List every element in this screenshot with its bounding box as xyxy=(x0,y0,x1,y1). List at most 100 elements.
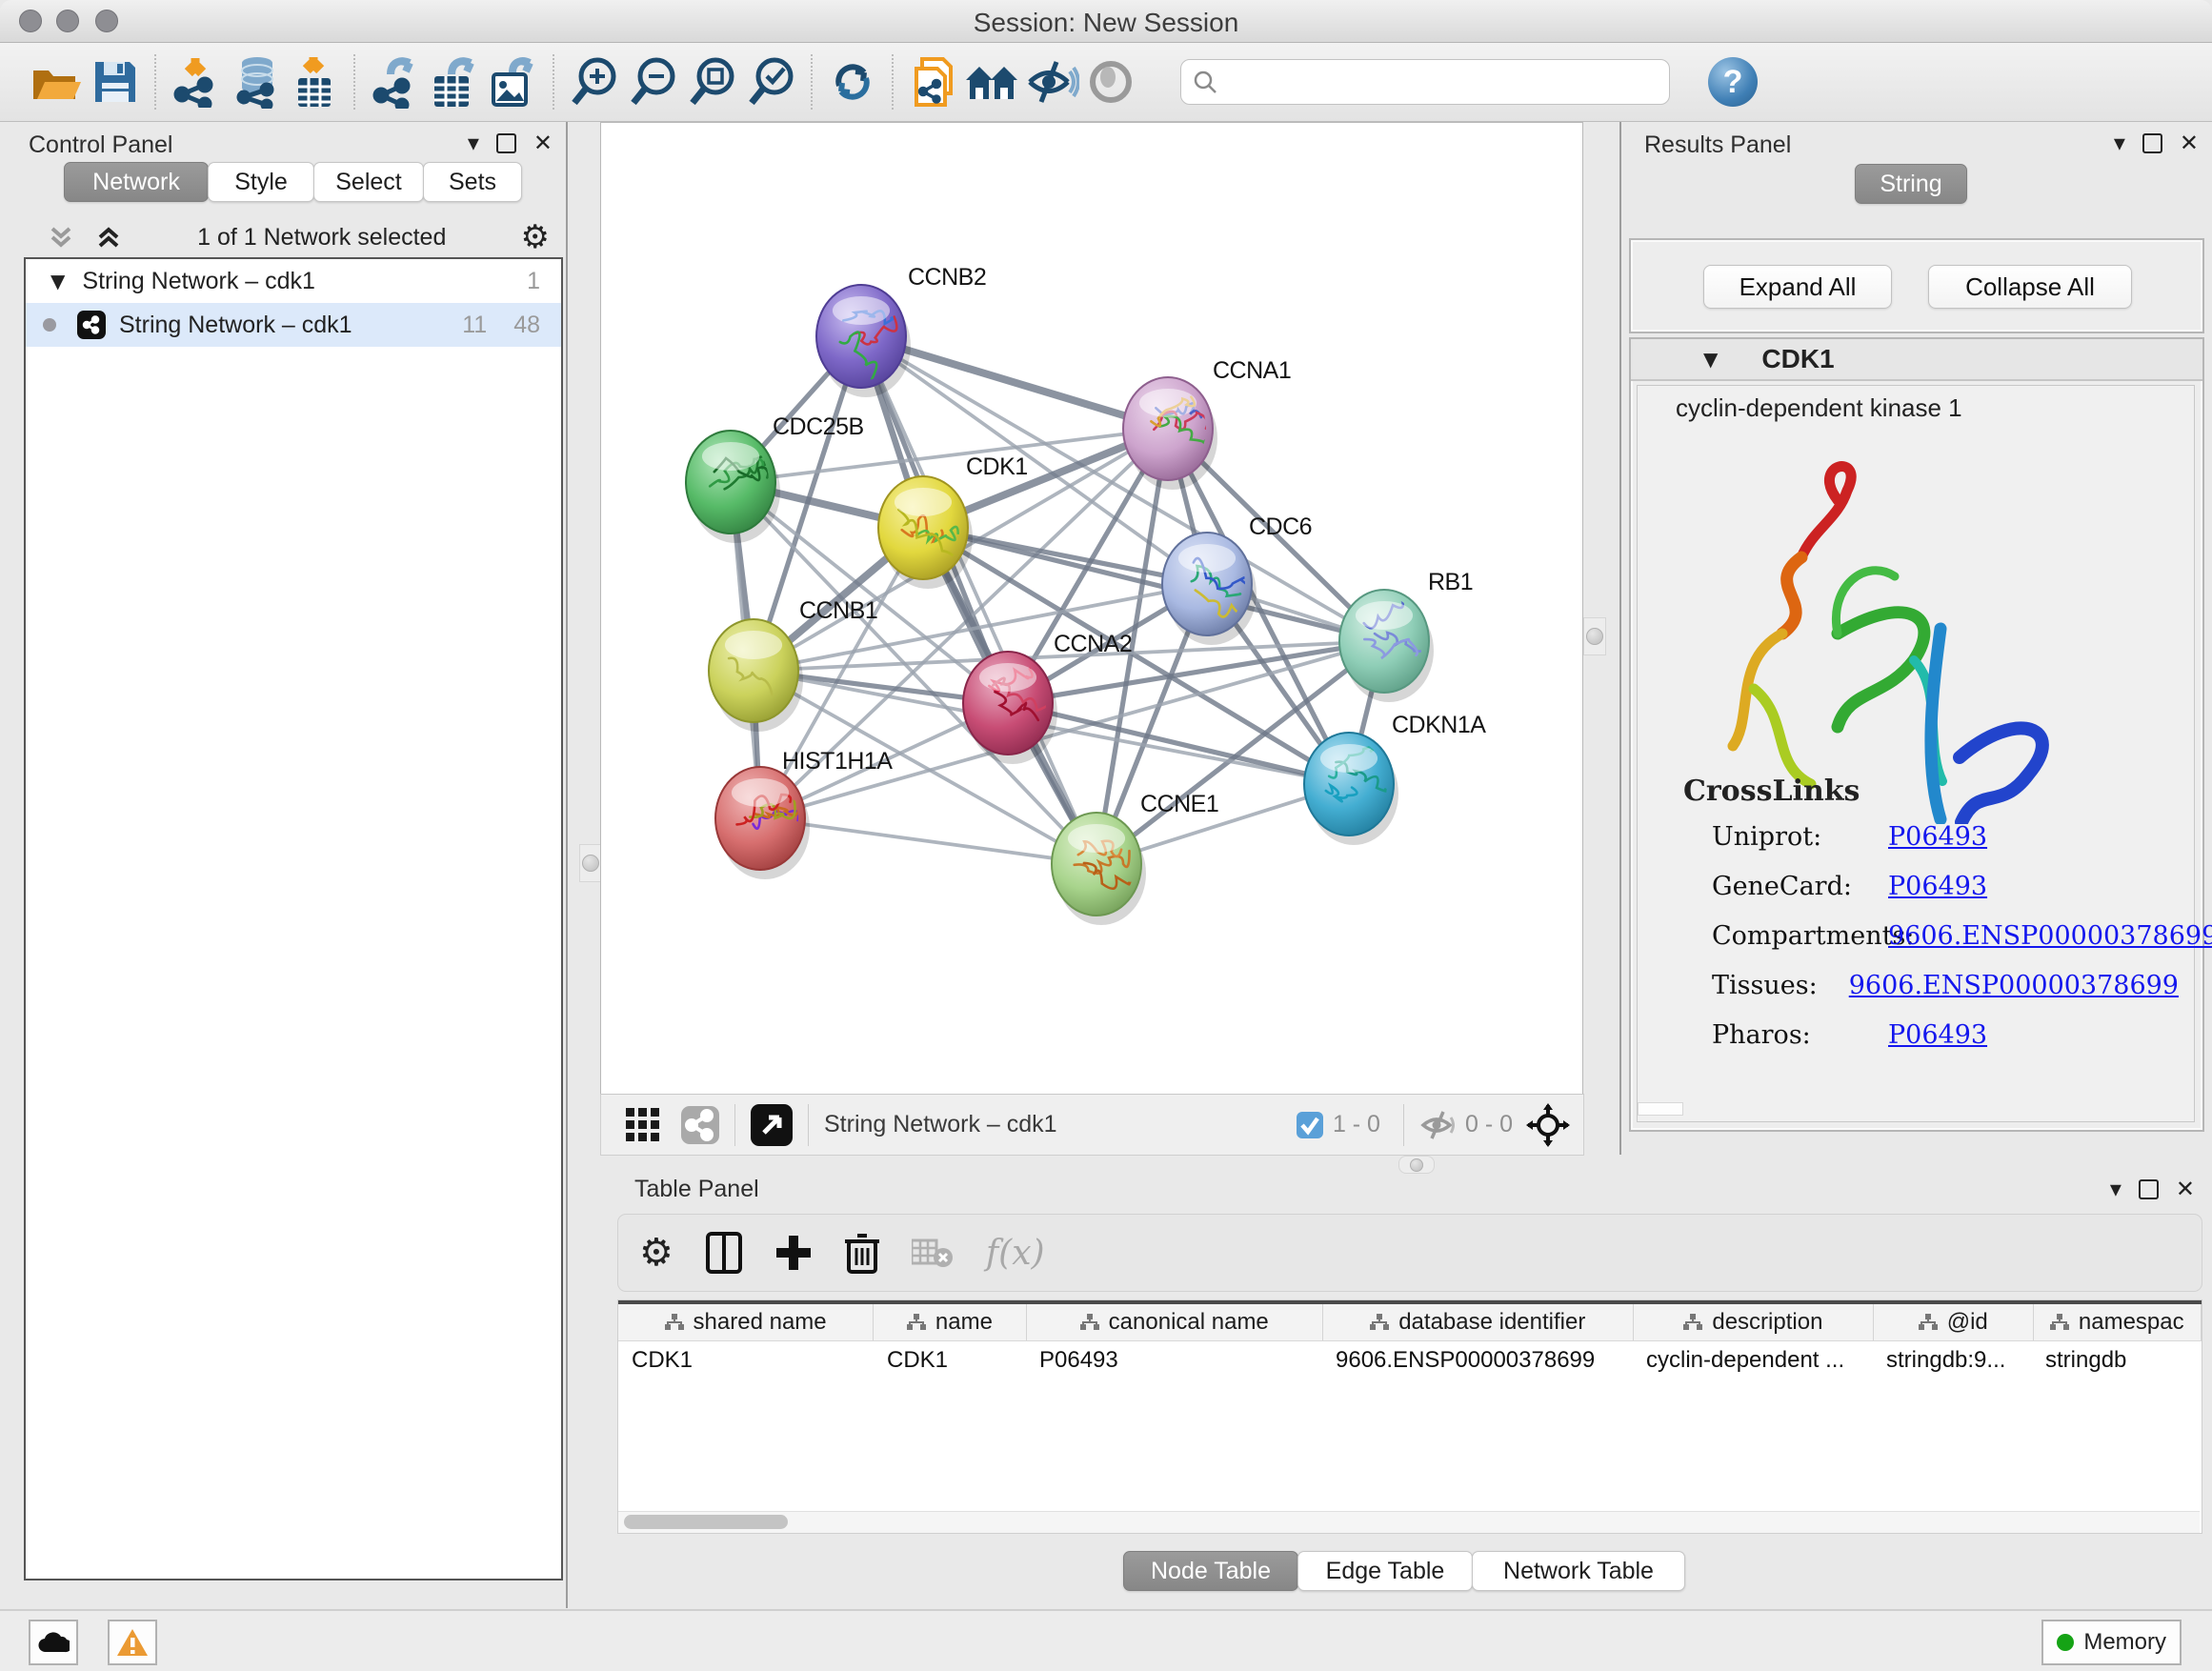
network-graph[interactable]: CCNB2CCNA1CDC25BCDK1CDC6RB1CCNB1CCNA2CDK… xyxy=(601,123,1582,1095)
table-cell[interactable]: CDK1 xyxy=(618,1341,874,1379)
table-cell[interactable]: stringdb:9... xyxy=(1873,1341,2032,1379)
tab-edge-table[interactable]: Edge Table xyxy=(1297,1551,1473,1591)
expand-collapse-box: Expand All Collapse All xyxy=(1629,238,2204,333)
grid-view-icon[interactable] xyxy=(626,1108,660,1142)
open-session-button[interactable] xyxy=(27,52,86,111)
panel-float-icon[interactable] xyxy=(2142,133,2162,153)
table-settings-gear-icon[interactable]: ⚙ xyxy=(639,1231,674,1275)
eye-slash-icon xyxy=(1024,58,1079,106)
zoom-fit-button[interactable] xyxy=(683,52,742,111)
export-network-button[interactable] xyxy=(366,52,425,111)
table-cell[interactable]: stringdb xyxy=(2032,1341,2200,1379)
memory-button[interactable]: Memory xyxy=(2041,1620,2182,1665)
zoom-out-button[interactable] xyxy=(624,52,683,111)
tree-expand-icon[interactable]: ▼ xyxy=(50,270,65,292)
column-header-description[interactable]: description xyxy=(1634,1304,1874,1340)
zoom-in-button[interactable] xyxy=(565,52,624,111)
column-header--id[interactable]: @id xyxy=(1874,1304,2034,1340)
table-cell[interactable]: CDK1 xyxy=(874,1341,1026,1379)
selected-checkbox-icon[interactable] xyxy=(1297,1112,1323,1138)
collapse-all-icon[interactable] xyxy=(47,225,75,250)
crosslink-row: Pharos:P06493 xyxy=(1712,1020,2179,1050)
save-icon xyxy=(93,60,137,104)
cloud-button[interactable] xyxy=(29,1620,78,1665)
hide-selected-button[interactable] xyxy=(1022,52,1081,111)
panel-menu-icon[interactable]: ▾ xyxy=(2110,1176,2122,1202)
open-documents-button[interactable] xyxy=(904,52,963,111)
tab-sets[interactable]: Sets xyxy=(423,162,522,202)
warning-button[interactable] xyxy=(108,1620,157,1665)
tab-node-table[interactable]: Node Table xyxy=(1123,1551,1298,1591)
column-header-namespac[interactable]: namespac xyxy=(2034,1304,2202,1340)
node-label-cdc25b: CDC25B xyxy=(773,413,864,440)
network-row[interactable]: String Network – cdk1 11 48 xyxy=(26,303,561,347)
show-columns-icon[interactable] xyxy=(706,1232,742,1274)
expand-all-icon[interactable] xyxy=(94,225,123,250)
crosslink-row: GeneCard:P06493 xyxy=(1712,872,2179,901)
birds-eye-view-icon[interactable] xyxy=(751,1104,793,1146)
column-header-database-identifier[interactable]: database identifier xyxy=(1323,1304,1634,1340)
import-network-file-button[interactable] xyxy=(167,52,226,111)
save-session-button[interactable] xyxy=(86,52,145,111)
section-body: cyclin-dependent kinase 1 CrossLinks Uni… xyxy=(1637,385,2195,1122)
panel-menu-icon[interactable]: ▾ xyxy=(2114,130,2125,156)
results-scrollbar-thumb[interactable] xyxy=(1638,1102,1683,1116)
tab-network[interactable]: Network xyxy=(64,162,209,202)
add-column-icon[interactable] xyxy=(774,1234,813,1272)
gear-icon[interactable]: ⚙ xyxy=(521,218,550,256)
tab-network-table[interactable]: Network Table xyxy=(1472,1551,1685,1591)
crosslink-value[interactable]: P06493 xyxy=(1888,1020,1987,1050)
export-image-button[interactable] xyxy=(484,52,543,111)
network-canvas[interactable]: CCNB2CCNA1CDC25BCDK1CDC6RB1CCNB1CCNA2CDK… xyxy=(600,122,1583,1096)
table-cell[interactable]: 9606.ENSP00000378699 xyxy=(1322,1341,1633,1379)
panel-close-icon[interactable]: ✕ xyxy=(2180,130,2199,156)
search-field[interactable] xyxy=(1180,59,1670,105)
crosshair-icon[interactable] xyxy=(1526,1103,1570,1147)
hidden-eye-icon[interactable] xyxy=(1419,1110,1458,1140)
table-panel-resize-handle[interactable] xyxy=(1398,1156,1435,1174)
export-table-button[interactable] xyxy=(425,52,484,111)
column-header-name[interactable]: name xyxy=(874,1304,1027,1340)
network-collection-row[interactable]: ▼ String Network – cdk1 1 xyxy=(26,259,561,303)
results-section: ▼ CDK1 cyclin-dependent kinase 1 CrossLi… xyxy=(1629,337,2204,1132)
network-edge xyxy=(861,336,1096,864)
crosslink-value[interactable]: 9606.ENSP00000378699 xyxy=(1888,921,2212,951)
table-cell[interactable]: P06493 xyxy=(1026,1341,1322,1379)
tab-select[interactable]: Select xyxy=(313,162,424,202)
column-header-canonical-name[interactable]: canonical name xyxy=(1027,1304,1323,1340)
crosslink-value[interactable]: 9606.ENSP00000378699 xyxy=(1849,971,2179,1000)
homes-button[interactable] xyxy=(963,52,1022,111)
network-share-icon[interactable] xyxy=(681,1106,719,1144)
homes-icon xyxy=(964,59,1021,105)
column-header-shared-name[interactable]: shared name xyxy=(618,1304,874,1340)
results-panel-resize-handle[interactable] xyxy=(1583,617,1606,655)
tab-style[interactable]: Style xyxy=(208,162,314,202)
section-name: CDK1 xyxy=(1761,344,1834,374)
table-cell[interactable]: cyclin-dependent ... xyxy=(1633,1341,1873,1379)
protein-structure-image xyxy=(1695,443,2076,824)
help-button[interactable]: ? xyxy=(1708,57,1758,107)
import-table-file-button[interactable] xyxy=(285,52,344,111)
delete-column-icon[interactable] xyxy=(845,1232,879,1274)
panel-float-icon[interactable] xyxy=(496,133,516,153)
import-network-database-button[interactable] xyxy=(226,52,285,111)
section-expand-icon[interactable]: ▼ xyxy=(1703,348,1718,371)
crosslink-value[interactable]: P06493 xyxy=(1888,822,1987,852)
search-input[interactable] xyxy=(1217,68,1621,96)
control-panel-resize-handle[interactable] xyxy=(579,844,602,882)
table-horizontal-scrollbar[interactable] xyxy=(618,1511,2200,1533)
table-row[interactable]: CDK1CDK1P064939606.ENSP00000378699cyclin… xyxy=(618,1341,2202,1379)
crosslink-value[interactable]: P06493 xyxy=(1888,872,1987,901)
panel-close-icon[interactable]: ✕ xyxy=(2176,1176,2195,1202)
results-section-header[interactable]: ▼ CDK1 xyxy=(1631,339,2202,381)
scrollbar-thumb[interactable] xyxy=(624,1515,788,1529)
panel-close-icon[interactable]: ✕ xyxy=(533,130,553,156)
panel-menu-icon[interactable]: ▾ xyxy=(468,130,479,156)
panel-float-icon[interactable] xyxy=(2139,1179,2159,1199)
tab-string[interactable]: String xyxy=(1855,164,1967,204)
zoom-selected-button[interactable] xyxy=(742,52,801,111)
refresh-button[interactable] xyxy=(823,52,882,111)
collapse-all-button[interactable]: Collapse All xyxy=(1928,265,2132,309)
expand-all-button[interactable]: Expand All xyxy=(1703,265,1892,309)
show-all-button[interactable] xyxy=(1081,52,1140,111)
